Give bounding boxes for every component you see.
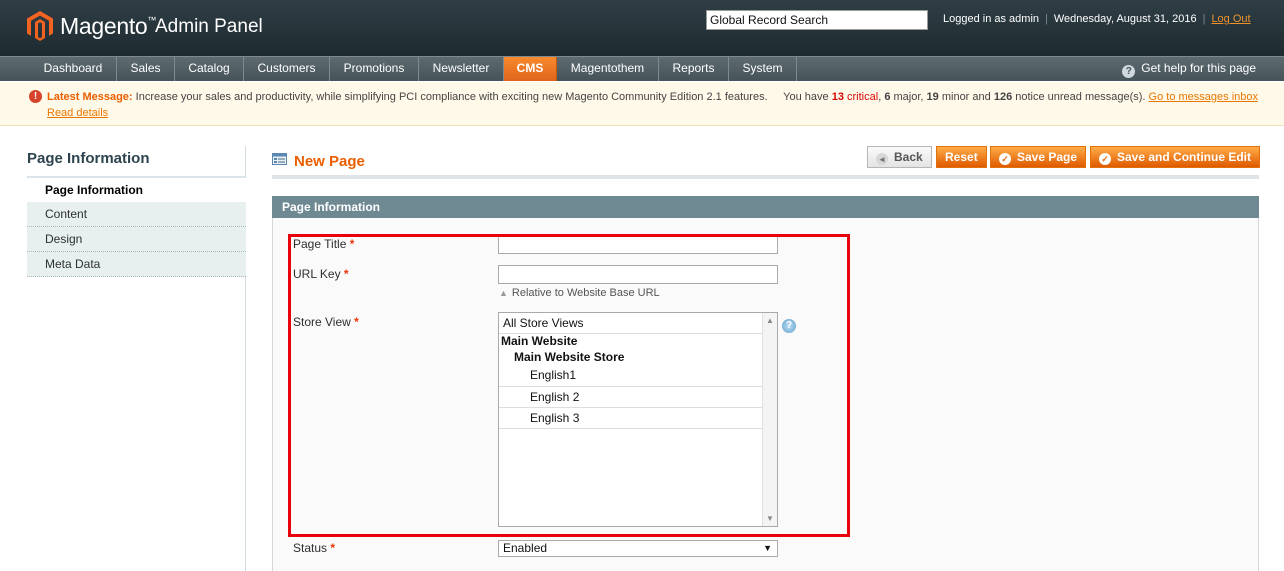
url-key-note: ▲ Relative to Website Base URL xyxy=(499,287,660,299)
check-icon: ✓ xyxy=(1099,152,1111,165)
url-key-input[interactable] xyxy=(498,265,778,284)
read-details-link[interactable]: Read details xyxy=(47,107,108,119)
store-view-multiselect[interactable]: All Store Views Main Website Main Websit… xyxy=(498,312,778,527)
save-continue-button[interactable]: ✓ Save and Continue Edit xyxy=(1090,146,1261,168)
save-page-button[interactable]: ✓ Save Page xyxy=(990,146,1087,168)
store-group-website: Main Website xyxy=(501,334,578,348)
nav-reports[interactable]: Reports xyxy=(659,57,729,81)
section-header: Page Information xyxy=(272,196,1259,218)
nav-system[interactable]: System xyxy=(729,57,797,81)
main-nav: Dashboard Sales Catalog Customers Promot… xyxy=(0,56,1284,81)
page-header-divider xyxy=(272,175,1259,179)
user-info: Logged in as admin | Wednesday, August 31,… xyxy=(943,13,1251,25)
store-view-scrollbar[interactable]: ▲ ▼ xyxy=(762,313,777,526)
tab-meta-data[interactable]: Meta Data xyxy=(27,252,246,277)
reset-button[interactable]: Reset xyxy=(936,146,987,168)
tab-content[interactable]: Content xyxy=(27,202,246,227)
back-icon: ◂ xyxy=(876,152,888,165)
nav-customers[interactable]: Customers xyxy=(244,57,330,81)
magento-logo-icon xyxy=(27,11,53,41)
logo-name: Magento™ xyxy=(60,13,157,39)
store-option-all[interactable]: All Store Views xyxy=(499,313,763,334)
nav-promotions[interactable]: Promotions xyxy=(330,57,419,81)
page-title-input[interactable] xyxy=(498,235,778,254)
check-icon: ✓ xyxy=(999,152,1011,165)
chevron-down-icon: ▼ xyxy=(763,543,772,553)
message-counts: You have 13 critical, 6 major, 19 minor … xyxy=(783,91,1258,103)
tab-design[interactable]: Design xyxy=(27,227,246,252)
messages-inbox-link[interactable]: Go to messages inbox xyxy=(1149,91,1258,103)
store-view-label: Store View * xyxy=(293,315,359,329)
nav-magentothem[interactable]: Magentothem xyxy=(557,57,659,81)
global-search-input[interactable] xyxy=(706,10,928,30)
info-icon[interactable]: ? xyxy=(782,319,796,333)
help-icon: ? xyxy=(1122,65,1136,78)
store-option-english1[interactable]: English1 xyxy=(499,366,763,387)
system-message-bar: ! Latest Message: Increase your sales an… xyxy=(0,82,1284,126)
error-icon: ! xyxy=(29,90,42,103)
admin-header: Magento™ Admin Panel Logged in as admin|… xyxy=(0,0,1284,56)
url-key-label: URL Key * xyxy=(293,267,349,281)
store-group-store: Main Website Store xyxy=(514,350,625,364)
logout-link[interactable]: Log Out xyxy=(1211,13,1250,25)
sidebar-title: Page Information xyxy=(27,150,150,167)
status-select[interactable]: Enabled ▼ xyxy=(498,540,778,557)
nav-catalog[interactable]: Catalog xyxy=(175,57,244,81)
status-label: Status * xyxy=(293,541,336,555)
logo-subtitle: Admin Panel xyxy=(155,16,263,37)
nav-cms[interactable]: CMS xyxy=(504,57,557,81)
current-date: Wednesday, August 31, 2016 xyxy=(1053,13,1197,25)
scroll-down-icon[interactable]: ▼ xyxy=(766,514,774,523)
logged-in-text: Logged in as admin xyxy=(943,13,1040,25)
nav-dashboard[interactable]: Dashboard xyxy=(30,57,117,81)
page-title-label: Page Title * xyxy=(293,237,355,251)
help-link[interactable]: ? Get help for this page xyxy=(1122,57,1256,81)
scroll-up-icon[interactable]: ▲ xyxy=(766,316,774,325)
nav-sales[interactable]: Sales xyxy=(117,57,175,81)
store-option-english3[interactable]: English 3 xyxy=(499,408,763,429)
store-option-english2[interactable]: English 2 xyxy=(499,387,763,408)
page-title: New Page xyxy=(294,153,365,170)
back-button[interactable]: ◂ Back xyxy=(867,146,932,168)
page-icon xyxy=(272,153,287,165)
nav-newsletter[interactable]: Newsletter xyxy=(419,57,504,81)
latest-message: Latest Message: Increase your sales and … xyxy=(47,91,768,103)
tab-page-information[interactable]: Page Information xyxy=(27,178,246,203)
